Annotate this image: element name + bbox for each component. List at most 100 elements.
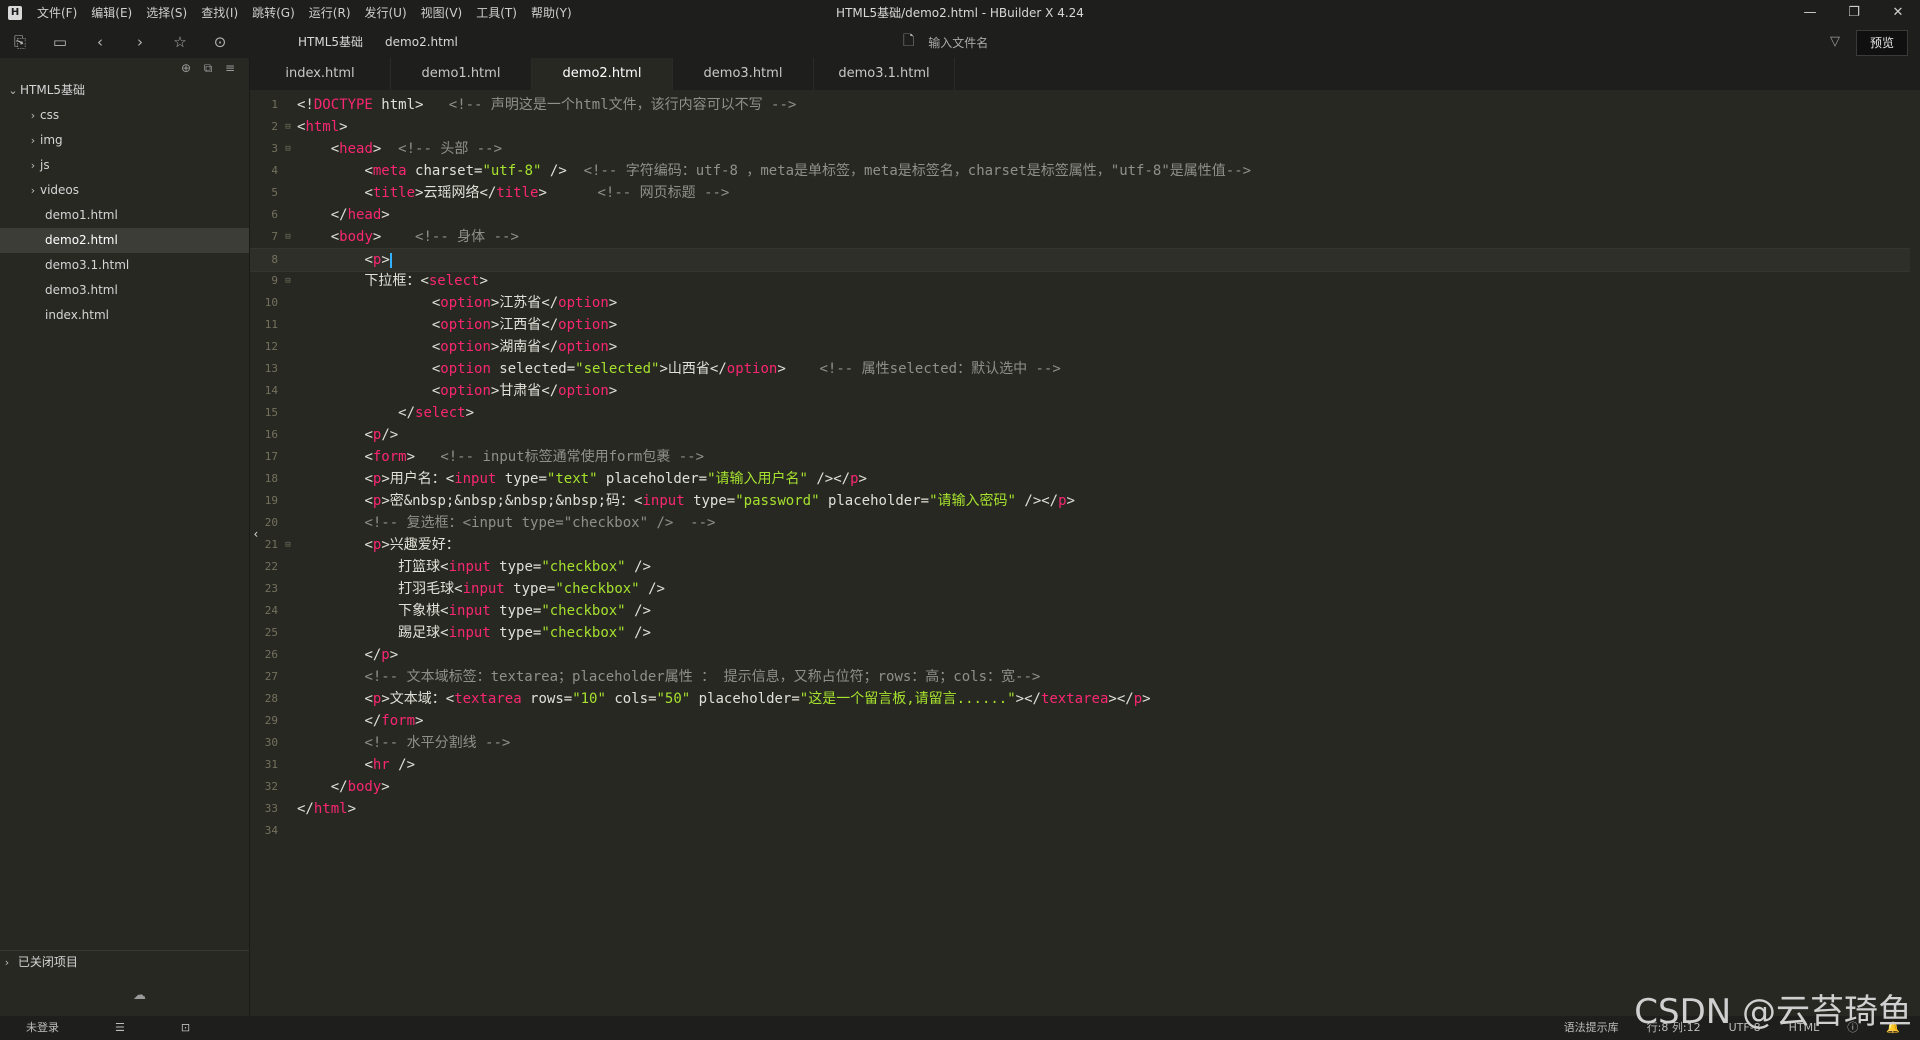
code-line[interactable]: 2 ⊟ <html> (250, 116, 1910, 138)
line-number: 31 (264, 758, 278, 771)
code-line[interactable]: 10 <option>江苏省</option> (250, 292, 1910, 314)
menu-item[interactable]: 视图(V) (414, 0, 470, 26)
folder-videos[interactable]: › videos (0, 178, 249, 203)
code-line[interactable]: 29 </form> (250, 710, 1910, 732)
code-line[interactable]: 30 <!-- 水平分割线 --> (250, 732, 1910, 754)
minimize-button[interactable]: — (1788, 0, 1832, 26)
title-bar: H 文件(F) 编辑(E) 选择(S) 查找(I) 跳转(G) 运行(R) 发行(U) 视图(… (0, 0, 1920, 26)
syntax-hint[interactable]: 语法提示库 (1564, 1016, 1619, 1040)
tab-demo3-1-html[interactable]: demo3.1.html (814, 58, 955, 90)
line-number: 11 (264, 318, 278, 331)
menu-item[interactable]: 工具(T) (469, 0, 524, 26)
fold-toggle-icon[interactable]: ⊟ (283, 138, 293, 160)
star-icon[interactable]: ☆ (160, 26, 200, 58)
code-line[interactable]: 15 </select> (250, 402, 1910, 424)
forward-icon[interactable]: › (120, 26, 160, 58)
code-line[interactable]: 18 <p>用户名：<input type="text" placeholder… (250, 468, 1910, 490)
menu-bar: 文件(F) 编辑(E) 选择(S) 查找(I) 跳转(G) 运行(R) 发行(U) 视图(V)… (30, 0, 579, 26)
code-line[interactable]: 14 <option>甘肃省</option> (250, 380, 1910, 402)
file-item[interactable]: demo3.html (0, 278, 249, 303)
code-line[interactable]: 31 <hr /> (250, 754, 1910, 776)
menu-item[interactable]: 发行(U) (358, 0, 414, 26)
file-search-input[interactable]: 🗋 输入文件名 (903, 26, 988, 58)
file-search-icon: 🗋 (903, 33, 915, 49)
code-line[interactable]: 28 <p>文本域：<textarea rows="10" cols="50" … (250, 688, 1910, 710)
outline-icon[interactable]: ☰ (115, 1016, 125, 1040)
line-number: 1 (271, 98, 278, 111)
code-line[interactable]: 26 </p> (250, 644, 1910, 666)
line-number: 29 (264, 714, 278, 727)
back-icon[interactable]: ‹ (80, 26, 120, 58)
menu-item[interactable]: 文件(F) (30, 0, 84, 26)
code-editor[interactable]: ‹ 1 <!DOCTYPE html> <!-- 声明这是一个html文件，该行内… (250, 90, 1920, 1016)
folder-css[interactable]: › css (0, 103, 249, 128)
closed-projects[interactable]: › 已关闭项目 (0, 950, 249, 973)
terminal-icon[interactable]: ⊡ (181, 1016, 190, 1040)
menu-item[interactable]: 帮助(Y) (524, 0, 579, 26)
locate-file-icon[interactable]: ⊕ (175, 58, 197, 78)
save-icon[interactable]: ▭ (40, 26, 80, 58)
file-item[interactable]: demo1.html (0, 203, 249, 228)
code-line[interactable]: 13 <option selected="selected">山西省</opti… (250, 358, 1910, 380)
file-item[interactable]: index.html (0, 303, 249, 328)
code-line[interactable]: 22 打篮球<input type="checkbox" /> (250, 556, 1910, 578)
fold-toggle-icon[interactable]: ⊟ (283, 534, 293, 556)
tab-demo2-html[interactable]: demo2.html (532, 58, 673, 90)
project-node[interactable]: ⌄ HTML5基础 (0, 78, 249, 103)
tab-demo1-html[interactable]: demo1.html (391, 58, 532, 90)
breadcrumb-project[interactable]: HTML5基础 (298, 26, 363, 58)
code-line[interactable]: 1 <!DOCTYPE html> <!-- 声明这是一个html文件，该行内容可… (250, 94, 1910, 116)
fold-toggle-icon[interactable]: ⊟ (283, 270, 293, 292)
code-line[interactable]: 8 <p> (250, 248, 1910, 272)
code-line[interactable]: 32 </body> (250, 776, 1910, 798)
fold-toggle-icon[interactable]: ⊟ (283, 116, 293, 138)
fold-toggle-icon[interactable]: ⊟ (283, 226, 293, 248)
close-button[interactable]: ✕ (1876, 0, 1920, 26)
menu-item[interactable]: 运行(R) (302, 0, 358, 26)
code-line[interactable]: 3 ⊟ <head> <!-- 头部 --> (250, 138, 1910, 160)
code-line[interactable]: 16 <p/> (250, 424, 1910, 446)
folder-label: videos (40, 183, 80, 197)
cloud-icon[interactable]: ☁ (133, 988, 146, 1003)
code-line[interactable]: 20 <!-- 复选框：<input type="checkbox" /> --… (250, 512, 1910, 534)
code-line[interactable]: 9 ⊟ 下拉框：<select> (250, 270, 1910, 292)
login-status[interactable]: 未登录 (26, 1016, 59, 1040)
code-text: <p>文本域：<textarea rows="10" cols="50" pla… (364, 691, 1151, 707)
menu-item[interactable]: 查找(I) (194, 0, 245, 26)
folder-js[interactable]: › js (0, 153, 249, 178)
explorer-menu-icon[interactable]: ≡ (219, 58, 241, 78)
tab-demo3-html[interactable]: demo3.html (673, 58, 814, 90)
code-line[interactable]: 21 ⊟ <p>兴趣爱好： (250, 534, 1910, 556)
code-line[interactable]: 5 <title>云瑶网络</title> <!-- 网页标题 --> (250, 182, 1910, 204)
run-icon[interactable]: ⊙ (200, 26, 240, 58)
code-line[interactable]: 27 <!-- 文本域标签：textarea；placeholder属性 ： 提… (250, 666, 1910, 688)
menu-item[interactable]: 跳转(G) (245, 0, 302, 26)
menu-item[interactable]: 编辑(E) (84, 0, 139, 26)
code-line[interactable]: 7 ⊟ <body> <!-- 身体 --> (250, 226, 1910, 248)
code-line[interactable]: 23 打羽毛球<input type="checkbox" /> (250, 578, 1910, 600)
file-item[interactable]: demo2.html (0, 228, 249, 253)
editor-tabs: index.html demo1.html demo2.html demo3.html… (250, 58, 1920, 90)
breadcrumb-file[interactable]: demo2.html (385, 26, 458, 58)
new-file-icon[interactable]: ⎘ (0, 26, 40, 58)
code-line[interactable]: 25 踢足球<input type="checkbox" /> (250, 622, 1910, 644)
code-line[interactable]: 4 <meta charset="utf-8" /> <!-- 字符编码：utf… (250, 160, 1910, 182)
collapse-all-icon[interactable]: ⧉ (197, 58, 219, 78)
restore-button[interactable]: ❐ (1832, 0, 1876, 26)
code-line[interactable]: 12 <option>湖南省</option> (250, 336, 1910, 358)
code-text: </p> (364, 647, 399, 663)
folder-img[interactable]: › img (0, 128, 249, 153)
code-line[interactable]: 24 下象棋<input type="checkbox" /> (250, 600, 1910, 622)
filter-icon[interactable]: ▽ (1830, 26, 1840, 58)
file-item[interactable]: demo3.1.html (0, 253, 249, 278)
menu-item[interactable]: 选择(S) (139, 0, 194, 26)
line-number: 20 (264, 516, 278, 529)
code-line[interactable]: 33 </html> (250, 798, 1910, 820)
code-line[interactable]: 6 </head> (250, 204, 1910, 226)
preview-button[interactable]: 预览 (1856, 30, 1908, 56)
code-line[interactable]: 34 (250, 820, 1910, 842)
code-line[interactable]: 17 <form> <!-- input标签通常使用form包裹 --> (250, 446, 1910, 468)
code-line[interactable]: 19 <p>密&nbsp;&nbsp;&nbsp;&nbsp;码：<input … (250, 490, 1910, 512)
code-line[interactable]: 11 <option>江西省</option> (250, 314, 1910, 336)
tab-index-html[interactable]: index.html (250, 58, 391, 90)
